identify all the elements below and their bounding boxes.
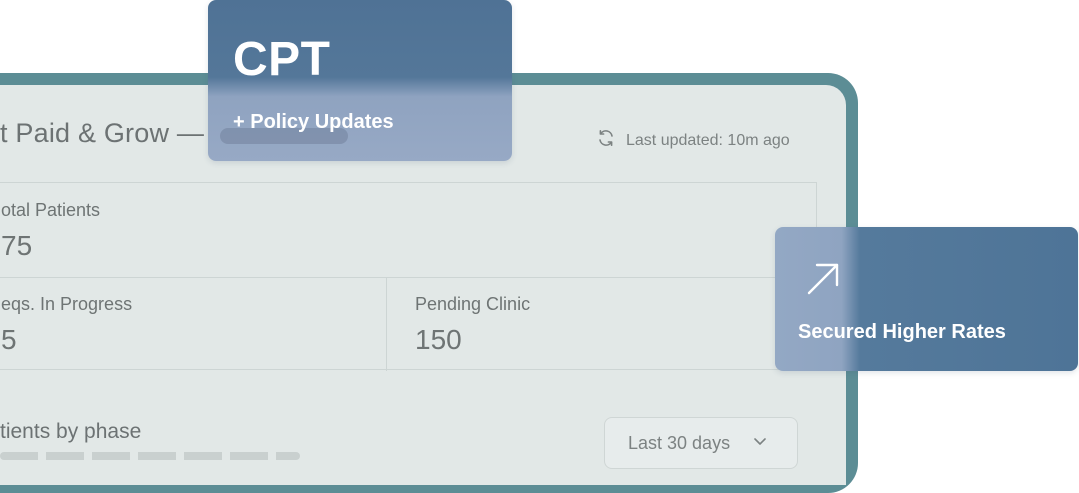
last-updated: Last updated: 10m ago: [596, 128, 790, 153]
stats-divider-horizontal: [0, 277, 816, 278]
refresh-icon[interactable]: [596, 128, 616, 153]
cpt-card-subtitle: + Policy Updates: [233, 111, 394, 133]
chevron-down-icon: [752, 433, 768, 454]
cpt-card: CPT + Policy Updates: [208, 0, 512, 161]
date-range-select[interactable]: Last 30 days: [604, 417, 798, 469]
total-patients-label: otal Patients: [1, 200, 101, 220]
date-range-value: Last 30 days: [628, 432, 731, 453]
reqs-in-progress-label: eqs. In Progress: [1, 294, 133, 314]
pending-clinic-label: Pending Clinic: [415, 294, 531, 314]
secured-rates-label: Secured Higher Rates: [798, 321, 1006, 343]
dashboard-title: t Paid & Grow —: [0, 118, 205, 148]
secured-rates-card: Secured Higher Rates: [775, 227, 1078, 371]
cpt-card-title: CPT: [233, 33, 331, 86]
total-patients-value: 75: [1, 230, 33, 261]
reqs-in-progress-value: 5: [1, 324, 17, 355]
patients-by-phase-subtitle: [0, 452, 300, 460]
stats-grid: otal Patients 75 eqs. In Progress 5 Pend…: [0, 182, 817, 371]
stats-divider-vertical: [386, 277, 387, 371]
pending-clinic-value: 150: [415, 324, 462, 355]
patients-by-phase-title: tients by phase: [0, 420, 142, 443]
arrow-up-right-icon: [807, 263, 839, 295]
last-updated-text: Last updated: 10m ago: [626, 131, 790, 149]
